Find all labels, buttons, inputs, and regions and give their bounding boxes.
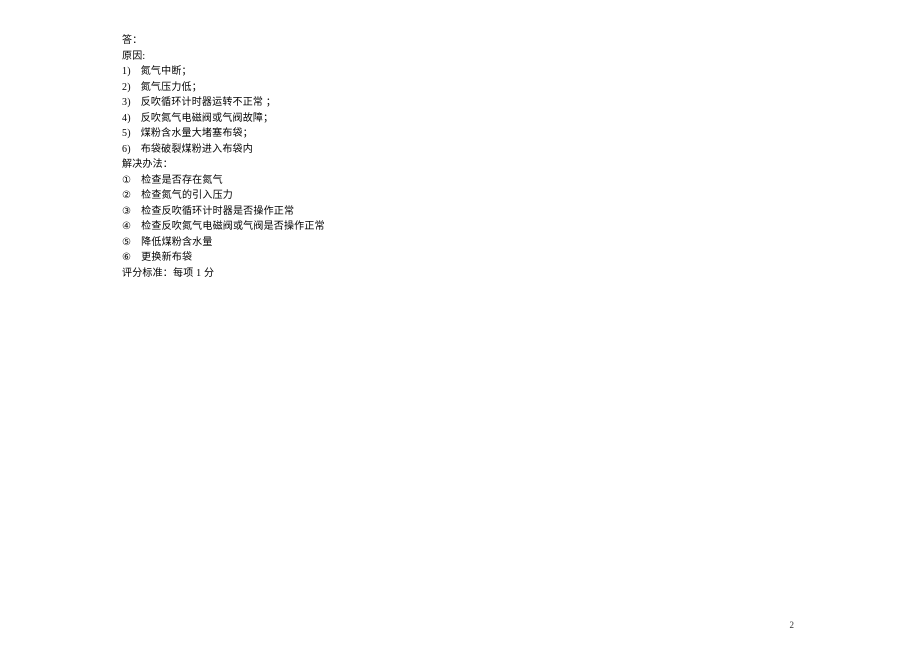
solution-text: 更换新布袋 xyxy=(141,252,192,263)
solution-text: 检查反吹循环计时器是否操作正常 xyxy=(141,206,294,217)
reason-text: 反吹氮气电磁阀或气阀故障； xyxy=(141,113,274,124)
reason-num: 1) xyxy=(122,64,131,80)
solution-text: 检查是否存在氮气 xyxy=(141,175,223,186)
solution-label: 解决办法： xyxy=(122,157,680,173)
reason-num: 3) xyxy=(122,95,131,111)
solution-item: ⑤ 降低煤粉含水量 xyxy=(122,235,680,251)
reason-text: 布袋破裂煤粉进入布袋内 xyxy=(141,144,253,155)
solution-num: ① xyxy=(122,173,131,189)
reason-item: 2) 氮气压力低； xyxy=(122,80,680,96)
reason-item: 1) 氮气中断； xyxy=(122,64,680,80)
solution-item: ④ 检查反吹氮气电磁阀或气阀是否操作正常 xyxy=(122,219,680,235)
scoring-criteria: 评分标准：每项 1 分 xyxy=(122,266,680,282)
solution-num: ④ xyxy=(122,219,131,235)
reason-text: 氮气压力低； xyxy=(141,82,202,93)
reason-num: 4) xyxy=(122,111,131,127)
solution-text: 降低煤粉含水量 xyxy=(141,237,212,248)
reason-num: 6) xyxy=(122,142,131,158)
solution-item: ⑥ 更换新布袋 xyxy=(122,250,680,266)
reason-text: 反吹循环计时器运转不正常 ； xyxy=(141,97,276,108)
reason-text: 煤粉含水量大堵塞布袋； xyxy=(141,128,253,139)
reason-item: 4) 反吹氮气电磁阀或气阀故障； xyxy=(122,111,680,127)
reason-num: 2) xyxy=(122,80,131,96)
solution-text: 检查反吹氮气电磁阀或气阀是否操作正常 xyxy=(141,221,325,232)
solution-item: ② 检查氮气的引入压力 xyxy=(122,188,680,204)
reason-item: 3) 反吹循环计时器运转不正常 ； xyxy=(122,95,680,111)
solution-num: ③ xyxy=(122,204,131,220)
page-number: 2 xyxy=(790,619,795,633)
reason-item: 5) 煤粉含水量大堵塞布袋； xyxy=(122,126,680,142)
reason-label: 原因: xyxy=(122,49,680,65)
answer-label: 答： xyxy=(122,33,680,49)
solution-num: ⑤ xyxy=(122,235,131,251)
solution-text: 检查氮气的引入压力 xyxy=(141,190,233,201)
document-content: 答： 原因: 1) 氮气中断； 2) 氮气压力低； 3) 反吹循环计时器运转不正常 ；… xyxy=(0,0,680,281)
solution-item: ③ 检查反吹循环计时器是否操作正常 xyxy=(122,204,680,220)
reason-num: 5) xyxy=(122,126,131,142)
solution-num: ⑥ xyxy=(122,250,131,266)
solution-item: ① 检查是否存在氮气 xyxy=(122,173,680,189)
reason-text: 氮气中断； xyxy=(141,66,192,77)
reason-item: 6) 布袋破裂煤粉进入布袋内 xyxy=(122,142,680,158)
solution-num: ② xyxy=(122,188,131,204)
